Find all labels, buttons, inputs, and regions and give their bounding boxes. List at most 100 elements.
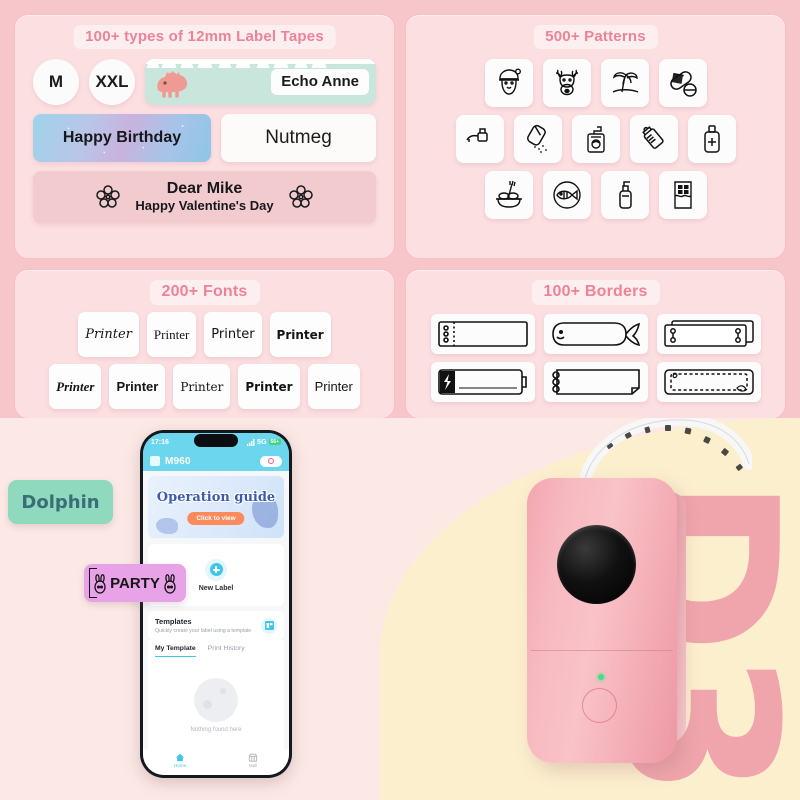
pattern-chocolate-bar[interactable]	[658, 171, 707, 219]
floating-label-dolphin[interactable]: Dolphin	[8, 480, 113, 524]
smartphone-mockup: 17:16 5G 66+ M960 Operation guide Click …	[140, 430, 292, 778]
pattern-row-1	[420, 59, 771, 107]
tape-row-1: M XXL Echo Anne	[33, 59, 376, 105]
pattern-noodles[interactable]	[484, 171, 533, 219]
border-row-1	[422, 314, 769, 354]
device-thumb-icon	[150, 456, 160, 466]
template-tabs: My Template Print History	[148, 640, 284, 657]
nav-item-mall[interactable]: Mall	[248, 753, 258, 768]
font-sample-9[interactable]: Printer	[307, 364, 360, 409]
border-rivet-frame[interactable]	[656, 314, 761, 354]
printer-seam	[531, 650, 673, 652]
font-sample-8[interactable]: Printer	[238, 364, 300, 409]
border-dashed-tag[interactable]	[656, 362, 761, 402]
printer-status-chip[interactable]	[260, 455, 282, 467]
santa-icon	[498, 68, 521, 95]
templates-card[interactable]: Templates Quickly create your label usin…	[148, 611, 284, 640]
party-rabbit-right-icon	[164, 574, 176, 594]
pattern-icon-grid	[406, 59, 785, 227]
printer-status-led	[598, 674, 604, 680]
fish-plate-icon	[552, 181, 581, 209]
tape-sample-m[interactable]: M	[33, 59, 79, 105]
bottom-nav-bar: Home Mall	[143, 749, 289, 775]
medicine-bottle-icon	[703, 125, 720, 153]
plus-icon	[209, 563, 223, 576]
pattern-razor[interactable]	[455, 115, 504, 163]
printer-lens	[557, 525, 636, 604]
tab-print-history[interactable]: Print History	[208, 645, 245, 657]
panel-patterns: 500+ Patterns	[405, 14, 786, 259]
pattern-pill[interactable]	[658, 59, 707, 107]
flower-icon-left	[96, 185, 121, 208]
feature-panels-grid: 100+ types of 12mm Label Tapes M XXL Ech…	[0, 0, 800, 419]
empty-state-illustration	[194, 677, 238, 722]
status-time: 17:16	[151, 438, 169, 446]
font-sample-2[interactable]: Printer	[146, 312, 197, 357]
border-notebook-spiral[interactable]	[543, 362, 648, 402]
status-network: 5G	[257, 438, 267, 446]
pattern-salt-shaker[interactable]	[513, 115, 562, 163]
font-sample-5[interactable]: Printer	[49, 364, 102, 409]
panel-patterns-title: 500+ Patterns	[533, 25, 658, 49]
panel-label-tapes-title: 100+ types of 12mm Label Tapes	[73, 25, 336, 49]
tape-sample-galaxy[interactable]: Happy Birthday	[33, 114, 211, 162]
templates-subtitle: Quickly create your label using a templa…	[155, 628, 252, 634]
pattern-medicine-bottle[interactable]	[687, 115, 736, 163]
notebook-spiral-border-icon	[551, 369, 640, 395]
pattern-row-2	[420, 115, 771, 163]
border-row-2	[422, 362, 769, 402]
home-icon	[175, 753, 185, 762]
tape-row-2: Happy Birthday Nutmeg	[33, 114, 376, 162]
panel-borders: 100+ Borders	[405, 269, 786, 419]
pattern-spray-bottle[interactable]	[600, 171, 649, 219]
whale-border-icon	[551, 322, 640, 347]
nav-item-home[interactable]: Home	[174, 753, 186, 768]
printer-chip-icon	[268, 458, 274, 464]
font-sample-4[interactable]: Printer	[269, 312, 331, 357]
font-sample-6[interactable]: Printer	[109, 364, 166, 409]
pattern-soap-dispenser[interactable]	[571, 115, 620, 163]
dashed-tag-border-icon	[663, 369, 754, 395]
valentine-text-block: Dear Mike Happy Valentine's Day	[135, 180, 273, 213]
border-dotted-tab[interactable]	[430, 314, 535, 354]
tape-sample-xxl[interactable]: XXL	[89, 59, 135, 105]
templates-icon-wrap	[261, 617, 277, 634]
font-sample-7[interactable]: Printer	[173, 364, 231, 409]
empty-state-text: Nothing found here	[190, 726, 242, 733]
banner-cta-button[interactable]: Click to view	[187, 512, 245, 525]
pattern-palm-tree[interactable]	[600, 59, 649, 107]
tab-my-template[interactable]: My Template	[155, 645, 196, 657]
pattern-reindeer[interactable]	[542, 59, 591, 107]
pattern-row-3	[420, 171, 771, 219]
app-header-bar: M960	[143, 451, 289, 471]
printer-body	[527, 478, 677, 763]
font-sample-3[interactable]: Printer	[204, 312, 262, 357]
font-sample-1[interactable]: Printer	[78, 312, 139, 357]
pattern-santa[interactable]	[484, 59, 533, 107]
banner-decor-left	[156, 518, 178, 534]
font-row-2: Printer Printer Printer Printer Printer	[33, 364, 376, 409]
chocolate-bar-icon	[673, 181, 692, 209]
soap-dispenser-icon	[586, 126, 605, 153]
border-sample-grid	[406, 314, 785, 410]
phone-status-bar: 17:16 5G 66+	[143, 433, 289, 451]
hero-product-section: D30 17:16 5G 66+ M960 Operation guide Cl…	[0, 418, 800, 800]
printer-power-button[interactable]	[582, 688, 617, 723]
pattern-baby-bottle[interactable]	[629, 115, 678, 163]
tape-sample-plain[interactable]: Nutmeg	[221, 114, 376, 162]
spray-bottle-icon	[618, 181, 632, 209]
rivet-frame-border-icon	[663, 320, 754, 347]
tape-sample-valentine[interactable]: Dear Mike Happy Valentine's Day	[33, 171, 376, 223]
empty-state: Nothing found here	[148, 657, 284, 753]
border-battery[interactable]	[430, 362, 535, 402]
operation-guide-banner[interactable]: Operation guide Click to view	[148, 476, 284, 538]
baby-bottle-icon	[641, 126, 664, 149]
templates-text-block: Templates Quickly create your label usin…	[155, 617, 251, 634]
signal-icon	[247, 438, 255, 446]
pattern-fish-plate[interactable]	[542, 171, 591, 219]
label-tape-samples: M XXL Echo Anne Happy Birthday Nutmeg De…	[15, 59, 394, 223]
tape-sample-dinosaur[interactable]: Echo Anne	[145, 59, 376, 105]
floating-label-party[interactable]: PARTY	[84, 564, 186, 602]
nav-label-home: Home	[173, 763, 187, 768]
border-whale[interactable]	[543, 314, 648, 354]
